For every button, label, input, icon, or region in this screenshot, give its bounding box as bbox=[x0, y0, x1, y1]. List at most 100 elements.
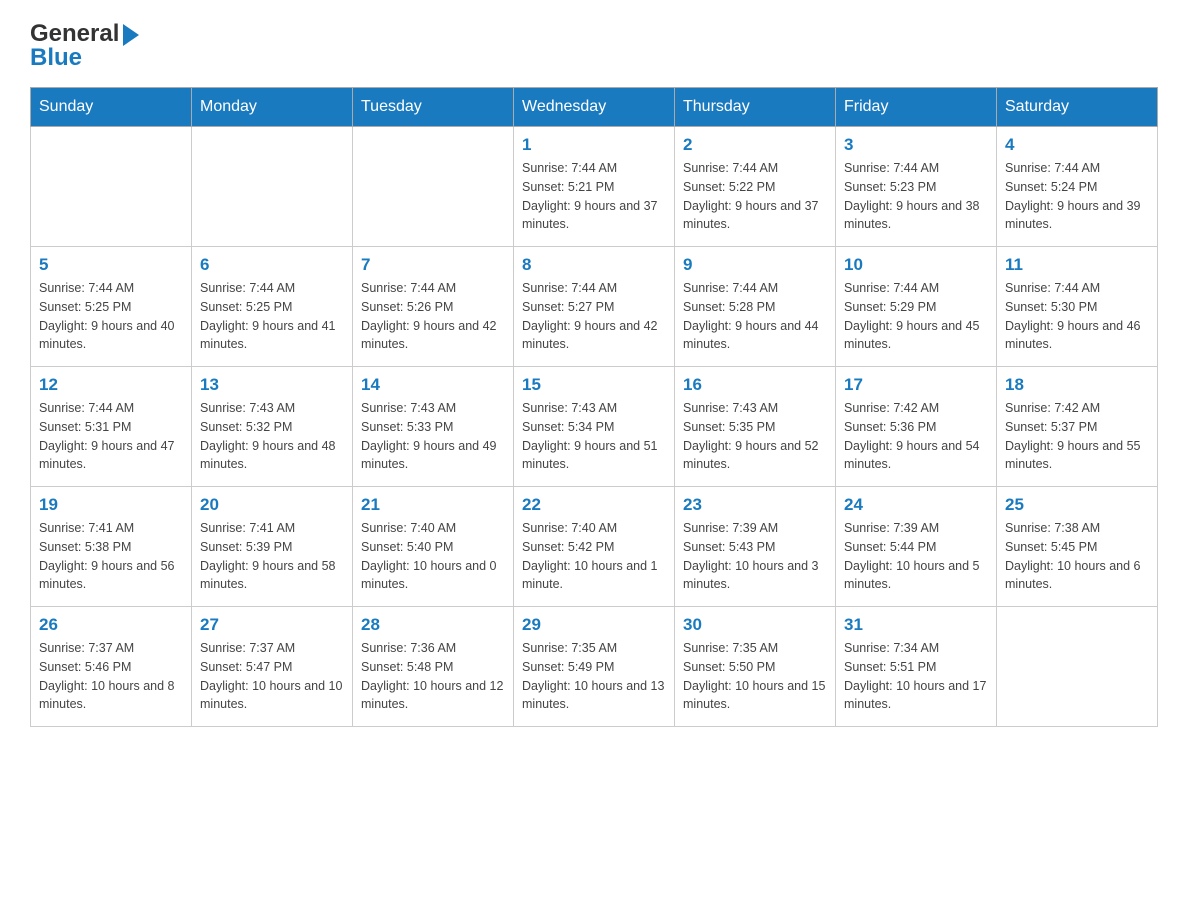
day-info: Sunrise: 7:44 AMSunset: 5:29 PMDaylight:… bbox=[844, 279, 988, 354]
day-info: Sunrise: 7:44 AMSunset: 5:30 PMDaylight:… bbox=[1005, 279, 1149, 354]
calendar-cell: 18 Sunrise: 7:42 AMSunset: 5:37 PMDayligh… bbox=[997, 367, 1158, 487]
calendar-cell: 7Sunrise: 7:44 AMSunset: 5:26 PMDaylight… bbox=[353, 247, 514, 367]
dow-header-thursday: Thursday bbox=[675, 88, 836, 127]
day-info: Sunrise: 7:44 AMSunset: 5:25 PMDaylight:… bbox=[200, 279, 344, 354]
calendar-cell: 24 Sunrise: 7:39 AMSunset: 5:44 PMDayligh… bbox=[836, 487, 997, 607]
calendar-cell: 21 Sunrise: 7:40 AMSunset: 5:40 PMDayligh… bbox=[353, 487, 514, 607]
day-number: 3 bbox=[844, 135, 988, 155]
calendar-cell: 1 Sunrise: 7:44 AMSunset: 5:21 PMDaylight… bbox=[514, 127, 675, 247]
calendar-cell: 28Sunrise: 7:36 AMSunset: 5:48 PMDayligh… bbox=[353, 607, 514, 727]
day-info: Sunrise: 7:40 AMSunset: 5:40 PMDaylight:… bbox=[361, 519, 505, 594]
day-info: Sunrise: 7:41 AMSunset: 5:38 PMDaylight:… bbox=[39, 519, 183, 594]
calendar-cell: 27Sunrise: 7:37 AMSunset: 5:47 PMDayligh… bbox=[192, 607, 353, 727]
day-info: Sunrise: 7:43 AMSunset: 5:35 PMDaylight:… bbox=[683, 399, 827, 474]
day-number: 2 bbox=[683, 135, 827, 155]
day-number: 22 bbox=[522, 495, 666, 515]
day-info: Sunrise: 7:37 AMSunset: 5:46 PMDaylight:… bbox=[39, 639, 183, 714]
day-info: Sunrise: 7:44 AMSunset: 5:27 PMDaylight:… bbox=[522, 279, 666, 354]
calendar-cell bbox=[192, 127, 353, 247]
day-number: 23 bbox=[683, 495, 827, 515]
calendar-cell bbox=[31, 127, 192, 247]
day-info: Sunrise: 7:34 AMSunset: 5:51 PMDaylight:… bbox=[844, 639, 988, 714]
calendar-cell: 17 Sunrise: 7:42 AMSunset: 5:36 PMDayligh… bbox=[836, 367, 997, 487]
dow-header-saturday: Saturday bbox=[997, 88, 1158, 127]
day-number: 7 bbox=[361, 255, 505, 275]
calendar-cell: 10 Sunrise: 7:44 AMSunset: 5:29 PMDayligh… bbox=[836, 247, 997, 367]
day-number: 13 bbox=[200, 375, 344, 395]
calendar-cell: 9 Sunrise: 7:44 AMSunset: 5:28 PMDaylight… bbox=[675, 247, 836, 367]
calendar-cell: 14 Sunrise: 7:43 AMSunset: 5:33 PMDayligh… bbox=[353, 367, 514, 487]
day-info: Sunrise: 7:43 AMSunset: 5:34 PMDaylight:… bbox=[522, 399, 666, 474]
calendar-cell: 5 Sunrise: 7:44 AMSunset: 5:25 PMDaylight… bbox=[31, 247, 192, 367]
day-number: 26 bbox=[39, 615, 183, 635]
day-info: Sunrise: 7:42 AMSunset: 5:37 PMDaylight:… bbox=[1005, 399, 1149, 474]
week-row-4: 26 Sunrise: 7:37 AMSunset: 5:46 PMDayligh… bbox=[31, 607, 1158, 727]
page-header: General Blue bbox=[30, 20, 1158, 71]
calendar-cell: 11 Sunrise: 7:44 AMSunset: 5:30 PMDayligh… bbox=[997, 247, 1158, 367]
calendar-cell: 19 Sunrise: 7:41 AMSunset: 5:38 PMDayligh… bbox=[31, 487, 192, 607]
day-info: Sunrise: 7:44 AMSunset: 5:24 PMDaylight:… bbox=[1005, 159, 1149, 234]
calendar-cell: 25 Sunrise: 7:38 AMSunset: 5:45 PMDayligh… bbox=[997, 487, 1158, 607]
calendar-cell: 13 Sunrise: 7:43 AMSunset: 5:32 PMDayligh… bbox=[192, 367, 353, 487]
calendar-cell: 16Sunrise: 7:43 AMSunset: 5:35 PMDayligh… bbox=[675, 367, 836, 487]
day-number: 17 bbox=[844, 375, 988, 395]
day-info: Sunrise: 7:42 AMSunset: 5:36 PMDaylight:… bbox=[844, 399, 988, 474]
day-number: 25 bbox=[1005, 495, 1149, 515]
day-info: Sunrise: 7:44 AMSunset: 5:22 PMDaylight:… bbox=[683, 159, 827, 234]
day-number: 27 bbox=[200, 615, 344, 635]
day-info: Sunrise: 7:35 AMSunset: 5:50 PMDaylight:… bbox=[683, 639, 827, 714]
day-info: Sunrise: 7:43 AMSunset: 5:33 PMDaylight:… bbox=[361, 399, 505, 474]
calendar-cell bbox=[353, 127, 514, 247]
day-info: Sunrise: 7:39 AMSunset: 5:44 PMDaylight:… bbox=[844, 519, 988, 594]
calendar-cell: 31 Sunrise: 7:34 AMSunset: 5:51 PMDayligh… bbox=[836, 607, 997, 727]
calendar-cell: 29Sunrise: 7:35 AMSunset: 5:49 PMDayligh… bbox=[514, 607, 675, 727]
week-row-1: 5 Sunrise: 7:44 AMSunset: 5:25 PMDaylight… bbox=[31, 247, 1158, 367]
day-info: Sunrise: 7:44 AMSunset: 5:25 PMDaylight:… bbox=[39, 279, 183, 354]
day-number: 18 bbox=[1005, 375, 1149, 395]
logo-blue: Blue bbox=[30, 44, 139, 72]
day-info: Sunrise: 7:36 AMSunset: 5:48 PMDaylight:… bbox=[361, 639, 505, 714]
calendar-cell: 6 Sunrise: 7:44 AMSunset: 5:25 PMDaylight… bbox=[192, 247, 353, 367]
calendar-cell: 15Sunrise: 7:43 AMSunset: 5:34 PMDayligh… bbox=[514, 367, 675, 487]
day-number: 12 bbox=[39, 375, 183, 395]
calendar-cell: 30 Sunrise: 7:35 AMSunset: 5:50 PMDayligh… bbox=[675, 607, 836, 727]
day-number: 6 bbox=[200, 255, 344, 275]
calendar-cell: 23 Sunrise: 7:39 AMSunset: 5:43 PMDayligh… bbox=[675, 487, 836, 607]
calendar-cell: 22 Sunrise: 7:40 AMSunset: 5:42 PMDayligh… bbox=[514, 487, 675, 607]
day-info: Sunrise: 7:44 AMSunset: 5:28 PMDaylight:… bbox=[683, 279, 827, 354]
day-info: Sunrise: 7:43 AMSunset: 5:32 PMDaylight:… bbox=[200, 399, 344, 474]
calendar-cell: 26 Sunrise: 7:37 AMSunset: 5:46 PMDayligh… bbox=[31, 607, 192, 727]
calendar-table: SundayMondayTuesdayWednesdayThursdayFrid… bbox=[30, 87, 1158, 727]
day-number: 24 bbox=[844, 495, 988, 515]
day-number: 20 bbox=[200, 495, 344, 515]
day-number: 14 bbox=[361, 375, 505, 395]
day-number: 19 bbox=[39, 495, 183, 515]
day-info: Sunrise: 7:39 AMSunset: 5:43 PMDaylight:… bbox=[683, 519, 827, 594]
calendar-cell: 20 Sunrise: 7:41 AMSunset: 5:39 PMDayligh… bbox=[192, 487, 353, 607]
day-number: 9 bbox=[683, 255, 827, 275]
dow-header-sunday: Sunday bbox=[31, 88, 192, 127]
day-info: Sunrise: 7:38 AMSunset: 5:45 PMDaylight:… bbox=[1005, 519, 1149, 594]
dow-header-monday: Monday bbox=[192, 88, 353, 127]
dow-header-tuesday: Tuesday bbox=[353, 88, 514, 127]
day-info: Sunrise: 7:41 AMSunset: 5:39 PMDaylight:… bbox=[200, 519, 344, 594]
day-number: 11 bbox=[1005, 255, 1149, 275]
day-info: Sunrise: 7:44 AMSunset: 5:31 PMDaylight:… bbox=[39, 399, 183, 474]
dow-header-wednesday: Wednesday bbox=[514, 88, 675, 127]
calendar-cell bbox=[997, 607, 1158, 727]
day-number: 30 bbox=[683, 615, 827, 635]
day-number: 5 bbox=[39, 255, 183, 275]
day-number: 1 bbox=[522, 135, 666, 155]
day-info: Sunrise: 7:35 AMSunset: 5:49 PMDaylight:… bbox=[522, 639, 666, 714]
day-number: 31 bbox=[844, 615, 988, 635]
calendar-cell: 12 Sunrise: 7:44 AMSunset: 5:31 PMDayligh… bbox=[31, 367, 192, 487]
day-info: Sunrise: 7:44 AMSunset: 5:21 PMDaylight:… bbox=[522, 159, 666, 234]
logo: General Blue bbox=[30, 20, 139, 71]
calendar-cell: 4Sunrise: 7:44 AMSunset: 5:24 PMDaylight… bbox=[997, 127, 1158, 247]
day-info: Sunrise: 7:40 AMSunset: 5:42 PMDaylight:… bbox=[522, 519, 666, 594]
day-number: 21 bbox=[361, 495, 505, 515]
week-row-0: 1 Sunrise: 7:44 AMSunset: 5:21 PMDaylight… bbox=[31, 127, 1158, 247]
calendar-cell: 8Sunrise: 7:44 AMSunset: 5:27 PMDaylight… bbox=[514, 247, 675, 367]
day-info: Sunrise: 7:44 AMSunset: 5:23 PMDaylight:… bbox=[844, 159, 988, 234]
day-number: 10 bbox=[844, 255, 988, 275]
